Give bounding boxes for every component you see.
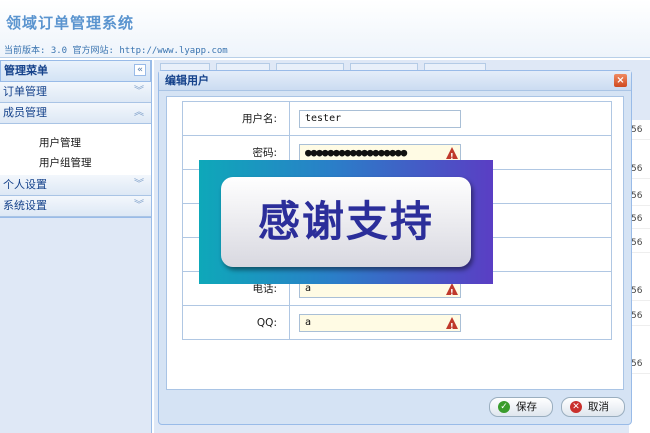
- username-input[interactable]: tester: [299, 109, 461, 128]
- grid-cell: 56: [629, 209, 650, 229]
- sidebar-header-label: 管理菜单: [4, 64, 48, 77]
- form-row-username: 用户名: tester: [182, 101, 612, 136]
- grid-cell: 56: [629, 354, 650, 374]
- qq-label: QQ:: [182, 305, 290, 340]
- sidebar-header: 管理菜单 «: [0, 60, 151, 82]
- password-dots: ●●●●●●●●●●●●●●●●●●: [305, 145, 407, 159]
- sidebar-group-label: 系统设置: [3, 199, 47, 212]
- version-info: 当前版本: 3.0 官方网站: http://www.lyapp.com: [4, 46, 228, 56]
- grid-cell: 56: [629, 120, 650, 140]
- grid-cell: 56: [629, 281, 650, 301]
- chevron-down-icon: ︾: [134, 86, 144, 97]
- chevron-up-icon: ︽: [134, 107, 144, 118]
- app-title: 领域订单管理系统: [6, 14, 135, 32]
- chevron-down-icon: ︾: [134, 200, 144, 211]
- sidebar-group-label: 成员管理: [3, 106, 47, 119]
- grid-cell: 56: [629, 306, 650, 326]
- dialog-title: 编辑用户: [159, 71, 631, 91]
- qq-input[interactable]: a: [299, 313, 461, 332]
- cancel-button[interactable]: ✕ 取消: [561, 397, 625, 417]
- sidebar-group-label: 个人设置: [3, 178, 47, 191]
- sidebar-empty-area: [0, 217, 151, 433]
- save-button-label: 保存: [516, 401, 537, 413]
- sidebar-group-orders[interactable]: 订单管理 ︾: [0, 82, 151, 103]
- close-icon[interactable]: ×: [614, 74, 627, 87]
- check-icon: ✓: [498, 401, 510, 413]
- cancel-icon: ✕: [570, 401, 582, 413]
- username-label: 用户名:: [182, 101, 290, 136]
- collapse-sidebar-icon[interactable]: «: [134, 64, 146, 76]
- background-grid: 56 56 56 56 56 56 56 56: [629, 120, 650, 433]
- sidebar-item-user-group-management[interactable]: 用户组管理: [0, 153, 151, 173]
- sidebar-group-system-settings[interactable]: 系统设置 ︾: [0, 196, 151, 217]
- thanks-banner: 感谢支持: [199, 160, 493, 284]
- grid-cell: 56: [629, 186, 650, 206]
- cancel-button-label: 取消: [588, 401, 609, 413]
- app-header: 领域订单管理系统 当前版本: 3.0 官方网站: http://www.lyap…: [0, 0, 650, 58]
- dialog-footer: ✓ 保存 ✕ 取消: [159, 391, 631, 425]
- thanks-banner-text: 感谢支持: [221, 177, 471, 267]
- warning-icon: [446, 282, 458, 297]
- sidebar-group-label: 订单管理: [3, 85, 47, 98]
- password-input[interactable]: ●●●●●●●●●●●●●●●●●●: [299, 143, 461, 162]
- save-button[interactable]: ✓ 保存: [489, 397, 553, 417]
- qq-value: a: [305, 316, 312, 328]
- form-row-qq: QQ: a: [182, 305, 612, 340]
- sidebar-subitems: 用户管理 用户组管理: [0, 124, 151, 175]
- sidebar-item-user-management[interactable]: 用户管理: [0, 133, 151, 153]
- phone-value: a: [305, 282, 312, 294]
- grid-cell: 56: [629, 233, 650, 253]
- grid-cell: 56: [629, 159, 650, 179]
- sidebar-group-personal-settings[interactable]: 个人设置 ︾: [0, 175, 151, 196]
- sidebar: 管理菜单 « 订单管理 ︾ 成员管理 ︽ 用户管理 用户组管理 个人设置 ︾ 系…: [0, 60, 152, 433]
- warning-icon: [446, 146, 458, 161]
- warning-icon: [446, 316, 458, 331]
- sidebar-group-members[interactable]: 成员管理 ︽: [0, 103, 151, 124]
- chevron-down-icon: ︾: [134, 179, 144, 190]
